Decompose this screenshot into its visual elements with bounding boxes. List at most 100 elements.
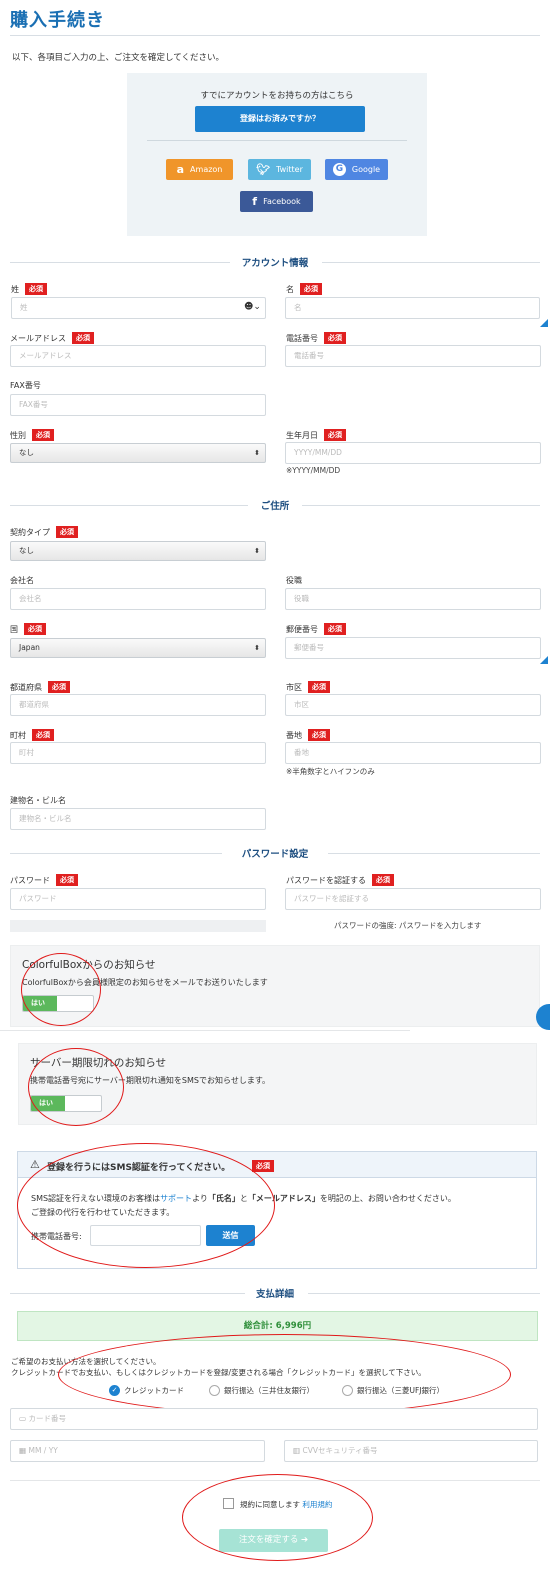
country-select[interactable]: Japan ⬍ [10, 638, 266, 658]
prefecture-label: 都道府県 必須 [10, 681, 70, 693]
divider [0, 1030, 410, 1031]
total-label: 総合計: [243, 1321, 273, 1331]
town-input[interactable]: 町村 [10, 742, 266, 764]
required-badge: 必須 [308, 681, 330, 693]
required-badge: 必須 [48, 681, 70, 693]
contract-type-select[interactable]: なし ⬍ [10, 541, 266, 561]
twitter-icon: 🐦︎ [256, 163, 271, 176]
required-badge: 必須 [56, 526, 78, 538]
password-strength-meter [10, 920, 266, 932]
amazon-icon: a [176, 163, 185, 176]
required-badge: 必須 [324, 623, 346, 635]
password-section-header: パスワード設定 [10, 846, 540, 860]
login-note: すでにアカウントをお持ちの方はこちら [200, 91, 354, 101]
calendar-icon: ▦ [19, 1446, 27, 1455]
required-badge: 必須 [300, 283, 322, 295]
card-cvv-input[interactable]: ▥ CVVセキュリティ番号 [284, 1440, 538, 1462]
total-value: 6,996円 [275, 1321, 312, 1331]
account-section-header: アカウント情報 [10, 255, 540, 269]
lock-icon: ▥ [293, 1446, 301, 1455]
phone-input[interactable]: 電話番号 [285, 345, 541, 367]
company-label: 会社名 [10, 576, 34, 585]
password-input[interactable]: パスワード [10, 888, 266, 910]
facebook-icon: f [252, 195, 258, 208]
intro-text: 以下、各項目ご入力の上、ご注文を確定してください。 [12, 53, 224, 63]
password-confirm-label: パスワードを認証する 必須 [286, 874, 394, 886]
card-number-input[interactable]: ▭ カード番号 [10, 1408, 538, 1430]
google-login-button[interactable]: G Google [325, 159, 388, 180]
address-section-header: ご住所 [10, 498, 540, 512]
birthday-hint: ※YYYY/MM/DD [286, 466, 341, 475]
postal-code-label: 郵便番号 必須 [286, 623, 346, 635]
payment-section-header: 支払詳細 [10, 1286, 540, 1300]
page-title: 購入手続き [10, 10, 105, 31]
twitter-login-button[interactable]: 🐦︎ Twitter [248, 159, 311, 180]
fax-input[interactable]: FAX番号 [10, 394, 266, 416]
building-input[interactable]: 建物名・ビル名 [10, 808, 266, 830]
company-input[interactable]: 会社名 [10, 588, 266, 610]
first-name-label: 名必須 [286, 283, 322, 295]
annotation-circle [21, 953, 101, 1026]
required-badge: 必須 [24, 623, 46, 635]
required-badge: 必須 [324, 429, 346, 441]
select-arrows-icon: ⬍ [254, 449, 260, 457]
corner-widget-icon[interactable] [540, 656, 548, 664]
email-input[interactable]: メールアドレス [10, 345, 266, 367]
city-input[interactable]: 市区 [285, 694, 541, 716]
street-hint: ※半角数字とハイフンのみ [286, 767, 375, 776]
corner-widget-icon[interactable] [540, 319, 548, 327]
position-label: 役職 [286, 576, 302, 585]
position-input[interactable]: 役職 [285, 588, 541, 610]
section-title: アカウント情報 [241, 258, 309, 269]
contract-type-value: なし [19, 546, 34, 555]
gender-select[interactable]: なし ⬍ [10, 443, 266, 463]
facebook-login-button[interactable]: f Facebook [240, 191, 313, 212]
login-panel: すでにアカウントをお持ちの方はこちら 登録はお済みですか？ a Amazon 🐦… [127, 73, 427, 236]
building-label: 建物名・ビル名 [10, 796, 66, 805]
email-label: メールアドレス 必須 [10, 332, 94, 344]
last-name-label: 姓必須 [11, 283, 47, 295]
birthday-label: 生年月日 必須 [286, 429, 346, 441]
required-badge: 必須 [72, 332, 94, 344]
password-confirm-input[interactable]: パスワードを認証する [285, 888, 541, 910]
prefecture-input[interactable]: 都道府県 [10, 694, 266, 716]
title-divider [10, 35, 540, 36]
facebook-label: Facebook [263, 197, 301, 206]
login-button[interactable]: 登録はお済みですか？ [195, 106, 365, 132]
login-divider [147, 140, 407, 141]
gender-label: 性別 必須 [10, 429, 54, 441]
phone-label: 電話番号 必須 [286, 332, 346, 344]
first-name-input[interactable]: 名 [285, 297, 540, 319]
gender-value: なし [19, 448, 34, 457]
annotation-circle [182, 1474, 373, 1561]
street-input[interactable]: 番地 [285, 742, 541, 764]
section-title: パスワード設定 [241, 849, 309, 860]
select-arrows-icon: ⬍ [254, 644, 260, 652]
required-badge: 必須 [32, 429, 54, 441]
section-title: ご住所 [260, 501, 290, 512]
contract-type-label: 契約タイプ 必須 [10, 526, 78, 538]
last-name-input[interactable]: 姓 [11, 297, 266, 319]
section-title: 支払詳細 [255, 1289, 294, 1300]
country-value: Japan [19, 643, 40, 652]
amazon-login-button[interactable]: a Amazon [166, 159, 233, 180]
city-label: 市区 必須 [286, 681, 330, 693]
autofill-icon[interactable]: ☻⌄ [244, 302, 261, 312]
card-expiry-input[interactable]: ▦ MM / YY [10, 1440, 265, 1462]
annotation-circle [28, 1048, 124, 1126]
country-label: 国必須 [10, 623, 46, 635]
annotation-circle [58, 1334, 511, 1415]
annotation-circle [17, 1143, 275, 1268]
birthday-input[interactable]: YYYY/MM/DD [285, 442, 541, 464]
fax-label: FAX番号 [10, 381, 41, 390]
required-badge: 必須 [324, 332, 346, 344]
credit-card-icon: ▭ [19, 1414, 27, 1423]
select-arrows-icon: ⬍ [254, 547, 260, 555]
password-label: パスワード 必須 [10, 874, 78, 886]
postal-code-input[interactable]: 郵便番号 [285, 637, 541, 659]
google-icon: G [332, 163, 346, 176]
street-label: 番地 必須 [286, 729, 330, 741]
required-badge: 必須 [372, 874, 394, 886]
required-badge: 必須 [308, 729, 330, 741]
town-label: 町村 必須 [10, 729, 54, 741]
